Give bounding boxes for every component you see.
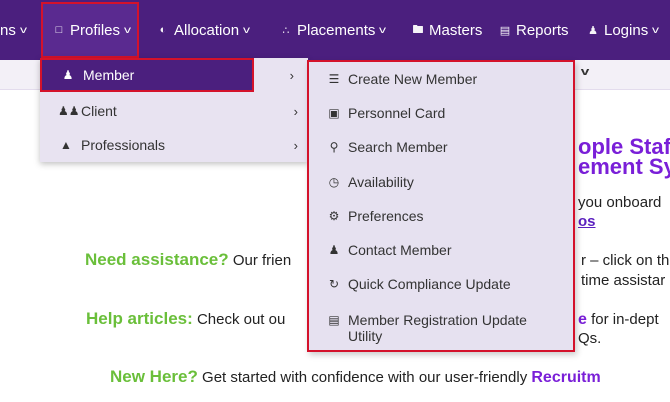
help-right-line: e for in-dept [578,311,659,329]
menu-item-professionals-label: Professionals [81,137,166,153]
submenu-item-label: Contact Member [348,242,452,258]
help-right-text: for in-dept [591,311,659,328]
users-icon: ♟♟ [58,104,80,118]
help-articles-label: Help articles: [86,309,193,328]
need-assistance-right2: time assistar [581,272,666,289]
submenu-item-create-new-member[interactable]: ☰ Create New Member [309,71,573,87]
member-submenu: ☰ Create New Member ▣ Personnel Card ⚲ S… [307,60,575,352]
clock-icon: ◷ [328,175,340,189]
submenu-item-label: Quick Compliance Update [348,276,511,292]
need-assistance-line: Need assistance? Our frien [85,250,291,270]
chevron-down-icon: v [243,24,251,36]
gear-icon: ⚙ [328,209,340,223]
submenu-item-search-member[interactable]: ⚲ Search Member [309,139,573,155]
nav-item-partial-label: ns [0,21,16,39]
submenu-item-personnel-card[interactable]: ▣ Personnel Card [309,105,573,121]
submenu-item-label: Availability [348,174,414,190]
submenu-item-preferences[interactable]: ⚙ Preferences [309,208,573,224]
nav-item-logins[interactable]: ♟ Logins v [586,0,660,60]
pie-chart-icon: ◐ [159,24,167,36]
document-icon: ▤ [499,24,511,37]
new-here-link[interactable]: Recruitm [531,369,600,386]
menu-item-client-label: Client [81,103,117,119]
chevron-right-icon: › [293,137,298,153]
profiles-dropdown: ♟ Member › ♟♟ Client › ▲ Professionals › [40,58,308,162]
nav-item-masters-label: Masters [429,21,483,39]
chevron-down-icon[interactable]: v [581,66,590,78]
nav-item-profiles[interactable]: □ Profiles v [52,0,132,60]
chevron-down-icon: v [652,24,660,36]
user-icon: ♟ [62,68,74,82]
submenu-item-member-registration-update-utility[interactable]: ▤ Member Registration Update Utility [309,312,559,344]
menu-item-professionals[interactable]: ▲ Professionals › [40,128,308,162]
help-articles-text: Check out ou [196,311,286,328]
submenu-item-label: Search Member [348,139,448,155]
submenu-item-contact-member[interactable]: ♟ Contact Member [309,242,573,258]
submenu-item-label: Member Registration Update Utility [348,312,527,344]
refresh-icon: ↻ [328,277,340,291]
onboard-text: you onboard [578,194,662,211]
new-here-text: Get started with confidence with our use… [202,369,528,386]
nav-item-allocation[interactable]: ◐ Allocation v [156,0,251,60]
submenu-item-label: Create New Member [348,71,478,87]
search-icon: ⚲ [329,140,339,154]
menu-item-member-label: Member [83,67,135,83]
help-articles-line: Help articles: Check out ou [86,309,285,329]
submenu-item-availability[interactable]: ◷ Availability [309,174,573,190]
clipboard-icon: □ [55,24,63,36]
need-assistance-right: r – click on th [581,252,670,269]
new-here-line: New Here? Get started with confidence wi… [110,367,601,387]
nav-item-partial[interactable]: ns v [0,0,27,60]
need-assistance-text: Our frien [232,252,292,269]
help-link[interactable]: e [578,311,587,328]
chevron-down-icon: v [124,24,132,36]
folder-icon: 🖿 [412,23,424,36]
need-assistance-label: Need assistance? [85,250,229,269]
nav-item-masters[interactable]: 🖿 Masters [411,0,483,60]
chevron-down-icon: v [379,24,387,36]
submenu-item-label: Preferences [348,208,424,224]
user-icon: ♟ [588,24,598,37]
graduation-cap-icon: ▲ [60,138,72,152]
chevron-down-icon: v [19,24,27,36]
chevron-right-icon: › [293,103,298,119]
person-icon: ♟ [328,243,340,257]
checklist-icon: ☰ [328,72,340,86]
menu-item-client[interactable]: ♟♟ Client › [40,94,308,128]
submenu-item-quick-compliance-update[interactable]: ↻ Quick Compliance Update [309,276,573,292]
nav-item-reports-label: Reports [516,21,569,39]
menu-item-member[interactable]: ♟ Member › [40,58,294,92]
nav-item-placements-label: Placements [297,21,376,39]
sitemap-icon: ∴ [282,24,290,37]
nav-item-logins-label: Logins [604,21,649,39]
nav-item-reports[interactable]: ▤ Reports [498,0,569,60]
new-here-label: New Here? [110,367,198,386]
image-icon: ▣ [328,106,340,120]
page-title-line2: ement Sy [578,154,670,179]
document-icon: ▤ [328,313,340,327]
submenu-item-label: Personnel Card [348,105,446,121]
help-right-line2: Qs. [578,330,602,347]
chevron-right-icon: › [289,67,294,83]
onboard-link[interactable]: os [578,213,596,230]
nav-item-allocation-label: Allocation [174,21,240,39]
nav-item-profiles-label: Profiles [70,21,121,39]
nav-item-placements[interactable]: ∴ Placements v [279,0,387,60]
